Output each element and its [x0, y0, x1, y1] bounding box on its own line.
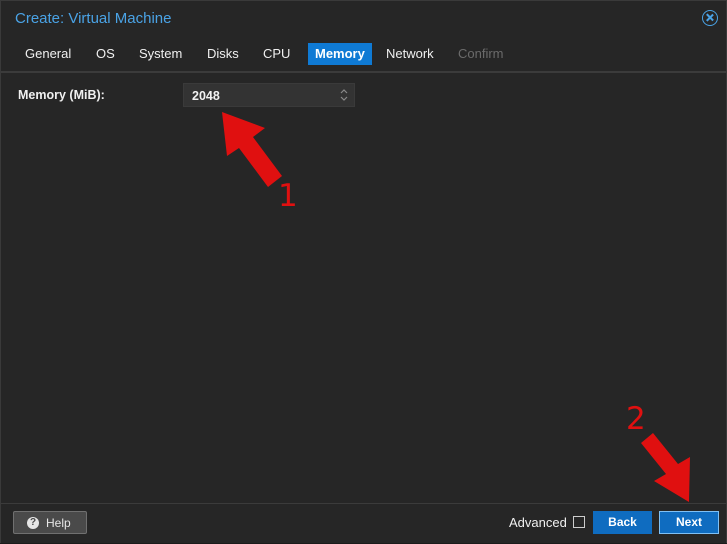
help-label: Help: [46, 516, 71, 530]
help-button[interactable]: ? Help: [13, 511, 87, 534]
back-button[interactable]: Back: [593, 511, 652, 534]
advanced-checkbox[interactable]: [573, 516, 585, 528]
annotation-step-1: 1: [278, 178, 298, 214]
question-circle-icon: ?: [27, 517, 39, 529]
arrow-2-icon: [641, 433, 690, 502]
next-button[interactable]: Next: [659, 511, 719, 534]
arrow-1-icon: [222, 112, 282, 187]
annotation-arrows: [222, 112, 690, 502]
annotation-step-2: 2: [626, 401, 646, 437]
dialog-footer: ? Help Advanced Back Next: [1, 503, 726, 543]
create-vm-dialog: Create: Virtual Machine General OS Syste…: [0, 0, 727, 543]
advanced-label: Advanced: [509, 515, 567, 530]
